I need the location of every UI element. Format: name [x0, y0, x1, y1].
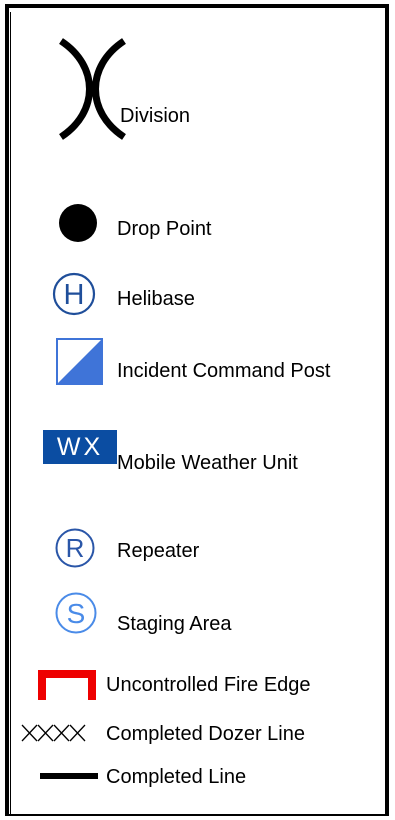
- repeater-label: Repeater: [117, 540, 200, 562]
- incident-command-post-icon: [56, 338, 103, 385]
- staging-area-glyph: S: [67, 598, 86, 629]
- uncontrolled-fire-edge-label: Uncontrolled Fire Edge: [106, 674, 311, 696]
- mobile-weather-unit-glyph: WX: [56, 433, 104, 461]
- completed-dozer-line-label: Completed Dozer Line: [106, 723, 305, 745]
- helibase-label: Helibase: [117, 288, 195, 310]
- uncontrolled-fire-edge-icon: [38, 670, 96, 700]
- completed-line-icon: [40, 773, 98, 779]
- staging-area-icon: S: [55, 592, 97, 634]
- repeater-icon: R: [55, 528, 95, 568]
- staging-area-label: Staging Area: [117, 613, 232, 635]
- drop-point-label: Drop Point: [117, 218, 212, 240]
- repeater-glyph: R: [66, 533, 85, 563]
- division-label: Division: [120, 105, 191, 127]
- mobile-weather-unit-icon: WX: [43, 430, 117, 464]
- drop-point-icon: [59, 204, 97, 242]
- frame-inner-line: [10, 12, 11, 816]
- mobile-weather-unit-label: Mobile Weather Unit: [117, 452, 298, 474]
- helibase-icon: H: [52, 272, 96, 316]
- helibase-glyph: H: [64, 279, 85, 311]
- completed-line-label: Completed Line: [106, 766, 247, 788]
- division-icon: [58, 38, 127, 140]
- completed-dozer-line-icon: [21, 724, 86, 742]
- incident-command-post-label: Incident Command Post: [117, 360, 331, 382]
